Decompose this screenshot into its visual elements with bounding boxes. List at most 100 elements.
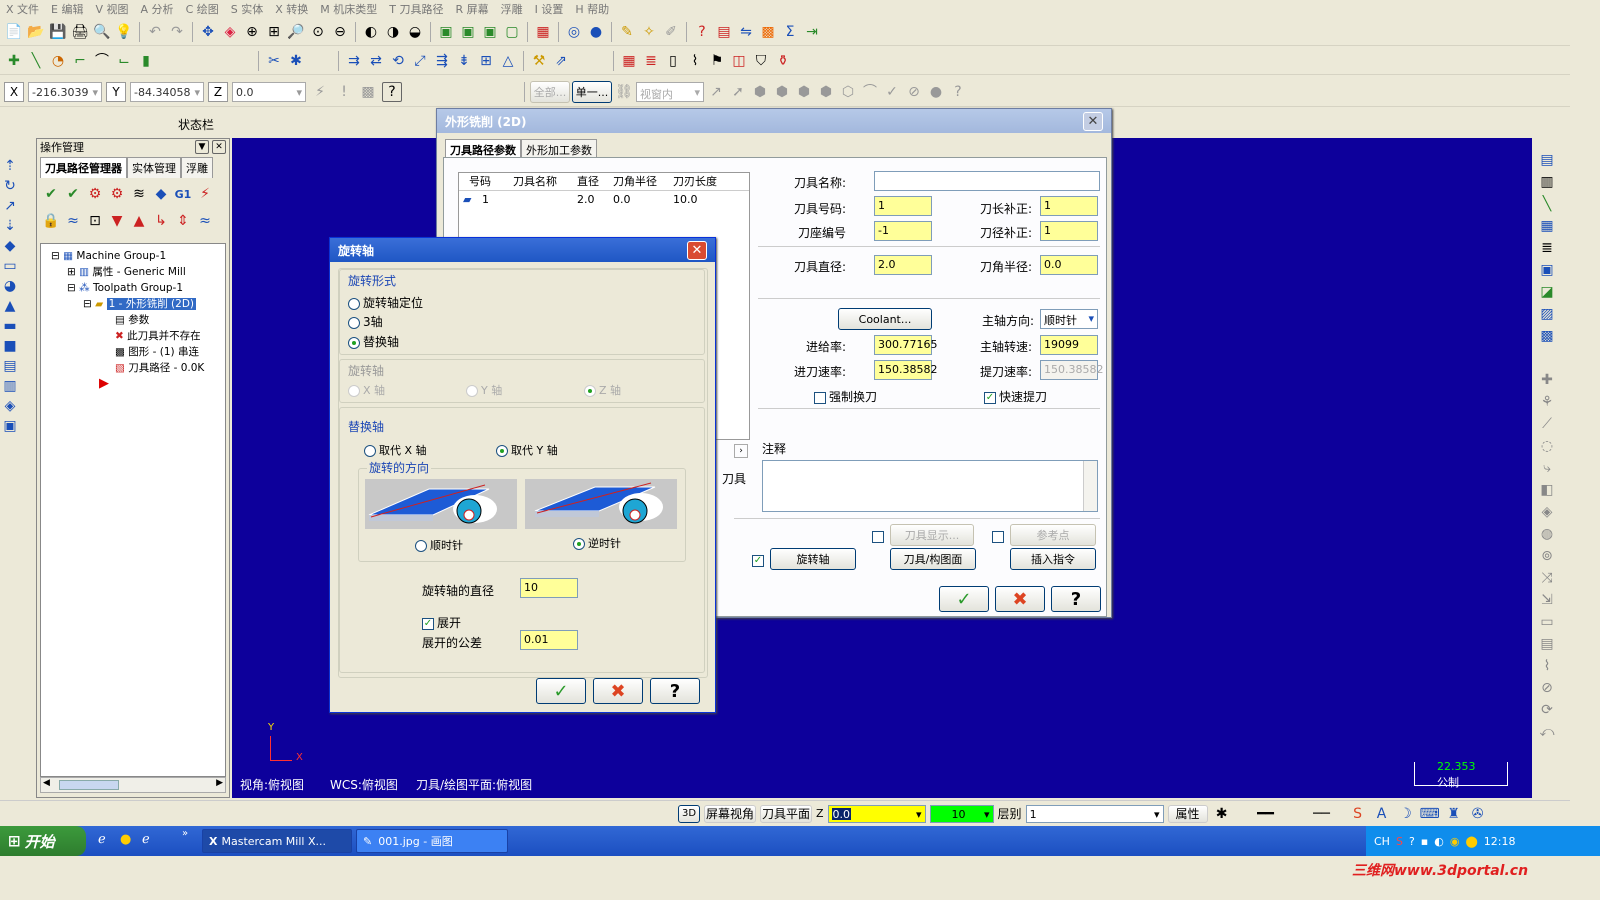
measure-icon[interactable]: ⇗ [551, 51, 571, 71]
rotary-axis-checkbox[interactable]: ✓ [752, 554, 767, 567]
new-icon[interactable]: 📄 [4, 22, 24, 42]
grid-snap-icon[interactable]: ▩ [358, 82, 378, 102]
z-depth-field[interactable]: 0.0 ▾ [827, 804, 926, 823]
menu-item[interactable]: X 转换 [269, 0, 314, 16]
tree-item-toolpath-group[interactable]: ⊟ ⁂ Toolpath Group-1 [43, 280, 223, 296]
right-tool-25-icon[interactable]: ⟳ [1537, 700, 1557, 720]
color-field[interactable]: 10 ▾ [929, 804, 994, 823]
export-icon[interactable]: ⇥ [802, 22, 822, 42]
right-tool-6-icon[interactable]: ▣ [1537, 260, 1557, 280]
left-tool-9-icon[interactable]: ▬ [0, 316, 20, 336]
xform-offset-icon[interactable]: ⇶ [432, 51, 452, 71]
tool-display-checkbox[interactable] [872, 530, 887, 543]
select-single-button[interactable]: 单一... [572, 80, 612, 103]
waves2-icon[interactable]: ≈ [195, 211, 215, 231]
right-tool-17-icon[interactable]: ◍ [1537, 524, 1557, 544]
redo-icon[interactable]: ↷ [167, 22, 187, 42]
ref-point-button[interactable]: 参考点 [1010, 524, 1096, 546]
rotary-diameter-field[interactable]: 10 [520, 578, 578, 598]
left-tool-12-icon[interactable]: ▥ [0, 376, 20, 396]
length-comp-field[interactable]: 1 [1040, 196, 1098, 216]
print-icon[interactable]: 🖨 [70, 22, 90, 42]
tab-relief[interactable]: 浮雕 [181, 157, 213, 178]
check-sel-icon[interactable]: ✓ [882, 82, 902, 102]
post-icon[interactable]: G1 [173, 184, 193, 204]
right-tool-12-icon[interactable]: ⟋ [1537, 414, 1557, 434]
tool-plane-status-button[interactable]: 刀具平面 [760, 804, 812, 823]
page-icon[interactable]: ▯ [663, 51, 683, 71]
select-all-button[interactable]: 全部... [530, 80, 570, 103]
toggle-display-icon[interactable]: ⊡ [85, 211, 105, 231]
force-tool-change-checkbox[interactable]: 强制换刀 [814, 388, 877, 405]
help-tray-icon[interactable]: ? [1409, 835, 1415, 848]
keyboard-icon[interactable]: ⌨ [1419, 804, 1439, 824]
tree-item-machine-group[interactable]: ⊟ ▦ Machine Group-1 [43, 248, 223, 264]
dot-icon[interactable]: ● [926, 82, 946, 102]
move-updown-icon[interactable]: ⇕ [173, 211, 193, 231]
zoom-target-icon[interactable]: ⊙ [308, 22, 328, 42]
stack-icon[interactable]: ◫ [729, 51, 749, 71]
break-icon[interactable]: ✱ [286, 51, 306, 71]
chamfer-icon[interactable]: ⌙ [114, 51, 134, 71]
tab-toolpath-manager[interactable]: 刀具路径管理器 [40, 157, 127, 178]
level-field[interactable]: 1 ▾ [1025, 804, 1164, 823]
lock-icon[interactable]: 🔒 [41, 211, 61, 231]
y-coord-field[interactable]: -84.34058 ▾ [130, 81, 204, 102]
shield-icon[interactable]: ⛉ [751, 51, 771, 71]
tool-name-field[interactable] [874, 171, 1100, 191]
help-icon[interactable]: ? [382, 81, 402, 102]
cursor-icon[interactable]: ➚ [728, 82, 748, 102]
backplot-icon[interactable]: ≋ [129, 184, 149, 204]
menu-item[interactable]: S 实体 [225, 0, 269, 16]
verify-ops-icon[interactable]: ◆ [151, 184, 171, 204]
right-tool-10-icon[interactable]: ✚ [1537, 370, 1557, 390]
menu-item[interactable]: H 帮助 [569, 0, 615, 16]
xform-rotate-icon[interactable]: ⟲ [388, 51, 408, 71]
diameter-comp-field[interactable]: 1 [1040, 221, 1098, 241]
arc-sel-icon[interactable]: ⌒ [860, 82, 880, 102]
arrow-down-icon[interactable]: ▼ [107, 211, 127, 231]
pan-icon[interactable]: ✥ [198, 22, 218, 42]
verify-icon[interactable]: ↗ [706, 82, 726, 102]
tree-item-properties[interactable]: ⊞ ▥ 属性 - Generic Mill [43, 264, 223, 280]
tree-item-toolpath[interactable]: ▧ 刀具路径 - 0.0K [43, 360, 223, 376]
exclaim-icon[interactable]: ! [334, 82, 354, 102]
arc-icon[interactable]: ◔ [48, 51, 68, 71]
radio-z-axis[interactable]: Z 轴 [584, 382, 621, 398]
help-button[interactable]: ? [650, 678, 700, 704]
sigma-icon[interactable]: Σ [780, 22, 800, 42]
xform-scale-icon[interactable]: ⤢ [410, 51, 430, 71]
radio-rotary-position[interactable]: 旋转轴定位 [348, 294, 423, 311]
menu-item[interactable]: C 绘图 [180, 0, 225, 16]
rapid-retract-checkbox[interactable]: ✓ 快速提刀 [984, 388, 1047, 405]
chart-icon[interactable]: ▩ [758, 22, 778, 42]
update-icon[interactable]: ⬤ [1465, 835, 1477, 848]
network-icon[interactable]: ▪ [1421, 835, 1428, 848]
cube-front-icon[interactable]: ▣ [458, 22, 478, 42]
menu-item[interactable]: V 视图 [90, 0, 135, 16]
right-tool-8-icon[interactable]: ▨ [1537, 304, 1557, 324]
menu-item[interactable]: 浮雕 [495, 0, 529, 16]
task-mastercam[interactable]: X Mastercam Mill X... [202, 829, 352, 853]
tools-icon[interactable]: ⚒ [529, 51, 549, 71]
tree-item-parameters[interactable]: ▤ 参数 [43, 312, 223, 328]
scroll-right-icon[interactable]: ▶ [216, 778, 223, 788]
unroll-checkbox[interactable]: ✓ 展开 [422, 614, 461, 631]
globe-icon[interactable]: ◎ [564, 22, 584, 42]
xform-project-icon[interactable]: ⇟ [454, 51, 474, 71]
ok-button[interactable]: ✓ [939, 586, 989, 612]
chevron-right-icon[interactable]: › [734, 444, 748, 458]
comment-scrollbar[interactable] [1083, 461, 1097, 511]
close-icon[interactable]: ✕ [212, 140, 226, 154]
shade-icon[interactable]: ◐ [361, 22, 381, 42]
scroll-left-icon[interactable]: ◀ [43, 778, 50, 788]
save-icon[interactable]: 💾 [48, 22, 68, 42]
sphere-icon[interactable]: ● [586, 22, 606, 42]
scroll-thumb[interactable] [59, 780, 119, 790]
help-arrow-icon[interactable]: ? [692, 22, 712, 42]
pencil-icon[interactable]: ✎ [617, 22, 637, 42]
regen-icon[interactable]: ⚙ [85, 184, 105, 204]
left-tool-13-icon[interactable]: ◈ [0, 396, 20, 416]
right-tool-15-icon[interactable]: ◧ [1537, 480, 1557, 500]
left-tool-10-icon[interactable]: ■ [0, 336, 20, 356]
